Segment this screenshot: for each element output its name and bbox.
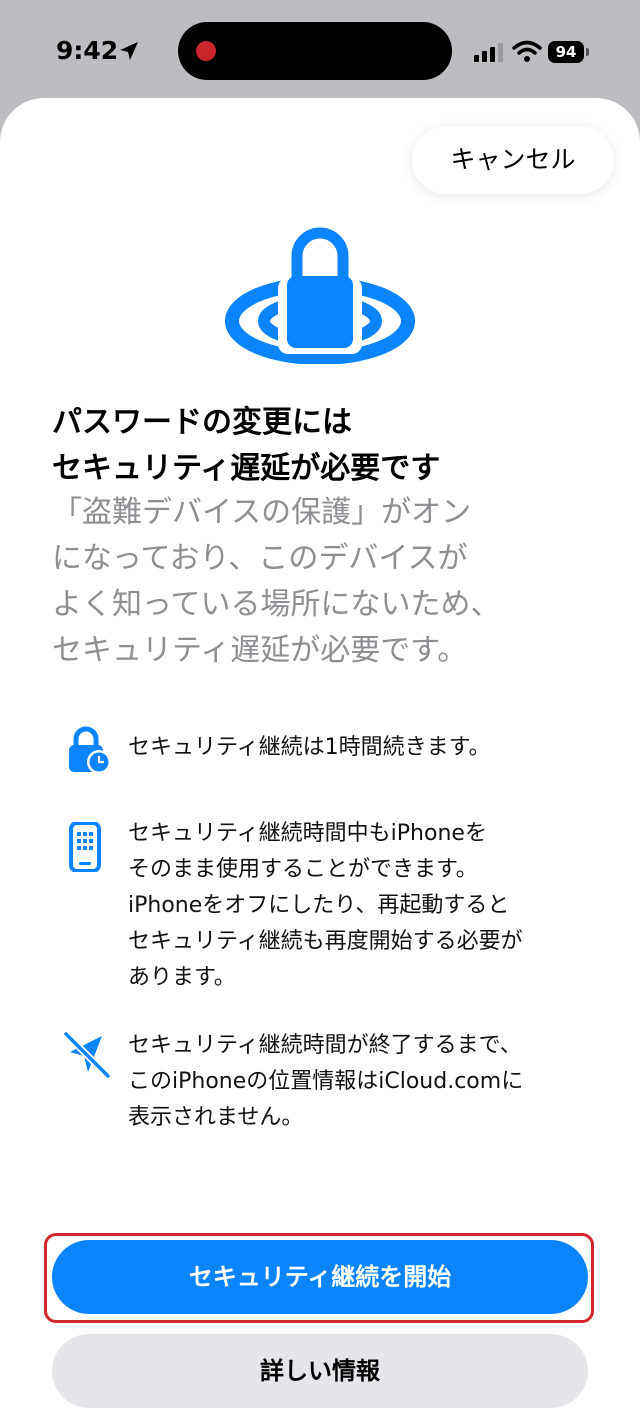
feature-line: あります。 — [128, 965, 236, 990]
recording-indicator-icon — [196, 41, 216, 61]
location-slash-icon — [63, 1031, 111, 1079]
battery-cap — [586, 48, 589, 56]
battery-icon: 94 — [548, 41, 589, 63]
dynamic-island — [178, 22, 452, 80]
status-time: 9:42 — [56, 36, 119, 65]
feature-line: iPhoneをオフにしたり、再起動すると — [128, 893, 510, 918]
lock-clock-icon — [69, 726, 111, 774]
lock-with-rings-icon — [225, 227, 415, 364]
location-arrow-icon — [120, 42, 138, 60]
subtitle-line: セキュリティ遅延が必要です。 — [52, 633, 468, 668]
iphone-icon — [69, 822, 101, 872]
feature-line: セキュリティ継続は1時間続きます。 — [128, 735, 491, 760]
status-bar: 9:42 94 — [0, 0, 640, 100]
feature-line: このiPhoneの位置情報はiCloud.comに — [128, 1069, 524, 1094]
feature-line: セキュリティ継続時間が終了するまで、 — [128, 1033, 522, 1058]
subtitle-line: になっており、このデバイスが — [52, 541, 468, 576]
subtitle-line: 「盗難デバイスの保護」がオン — [52, 495, 472, 530]
cellular-signal-icon — [474, 43, 503, 62]
title-line: パスワードの変更には — [52, 405, 352, 440]
feature-line: 表示されません。 — [128, 1105, 304, 1130]
battery-level: 94 — [548, 41, 584, 63]
feature-text: セキュリティ継続時間が終了するまで、 このiPhoneの位置情報はiCloud.… — [128, 1028, 598, 1136]
title-line: セキュリティ遅延が必要です — [52, 451, 441, 486]
learn-more-button[interactable]: 詳しい情報 — [52, 1334, 588, 1408]
security-delay-sheet: キャンセル パスワードの変更には セキュリティ遅延が必要です 「盗難デバイスの保… — [0, 98, 640, 1418]
feature-line: セキュリティ継続時間中もiPhoneを — [128, 821, 487, 846]
feature-line: セキュリティ継続も再度開始する必要が — [128, 929, 523, 954]
wifi-icon — [512, 40, 542, 62]
sheet-title: パスワードの変更には セキュリティ遅延が必要です — [52, 400, 592, 492]
subtitle-line: よく知っている場所にないため、 — [52, 587, 501, 622]
cancel-button[interactable]: キャンセル — [412, 126, 614, 194]
start-security-delay-button[interactable]: セキュリティ継続を開始 — [52, 1240, 588, 1314]
feature-text: セキュリティ継続は1時間続きます。 — [128, 730, 598, 766]
sheet-subtitle: 「盗難デバイスの保護」がオン になっており、このデバイスが よく知っている場所に… — [52, 490, 592, 674]
feature-text: セキュリティ継続時間中もiPhoneを そのまま使用することができます。 iPh… — [128, 816, 598, 996]
feature-line: そのまま使用することができます。 — [128, 857, 478, 882]
